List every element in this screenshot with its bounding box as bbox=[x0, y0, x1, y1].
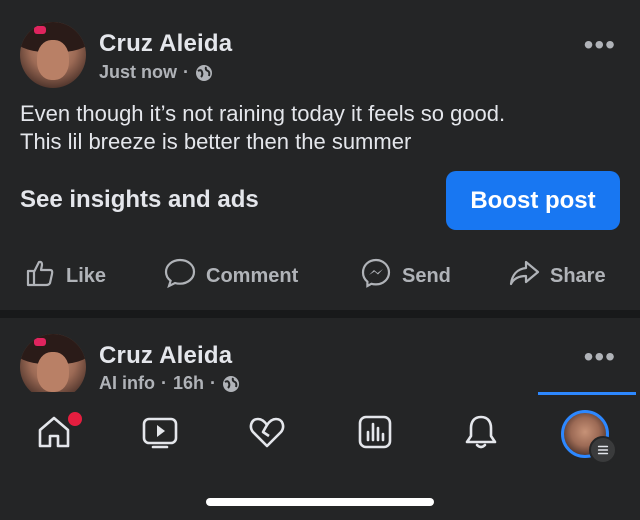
send-label: Send bbox=[402, 264, 451, 287]
send-button[interactable]: Send bbox=[360, 256, 451, 296]
post-meta: Just now · bbox=[99, 62, 213, 83]
see-insights-link[interactable]: See insights and ads bbox=[20, 186, 259, 214]
tab-dating[interactable] bbox=[243, 410, 291, 458]
share-label: Share bbox=[550, 264, 606, 287]
comment-button[interactable]: Comment bbox=[164, 256, 298, 296]
bell-icon bbox=[461, 412, 501, 457]
post-actions: Like Comment Send Share bbox=[0, 256, 640, 296]
post-card: Cruz Aleida Just now · ••• Even though i… bbox=[0, 0, 640, 310]
comment-label: Comment bbox=[206, 264, 299, 287]
share-icon bbox=[508, 257, 540, 295]
post-text: Even though it’s not raining today it fe… bbox=[20, 100, 620, 156]
post-time[interactable]: 16h bbox=[173, 373, 204, 394]
post-text-line: Even though it’s not raining today it fe… bbox=[20, 101, 506, 126]
like-label: Like bbox=[66, 264, 107, 287]
globe-icon[interactable] bbox=[222, 375, 240, 393]
more-options-button[interactable]: ••• bbox=[584, 31, 616, 59]
notification-dot bbox=[66, 410, 84, 428]
heart-icon bbox=[247, 412, 287, 457]
tab-dashboard[interactable] bbox=[351, 410, 399, 458]
post-card: Cruz Aleida AI info · 16h · ••• bbox=[0, 318, 640, 398]
home-indicator[interactable] bbox=[206, 498, 434, 506]
meta-separator: · bbox=[210, 373, 217, 393]
thumbs-up-icon bbox=[24, 257, 56, 295]
tab-notifications[interactable] bbox=[457, 410, 505, 458]
post-meta: AI info · 16h · bbox=[99, 373, 240, 394]
menu-icon[interactable] bbox=[589, 436, 617, 464]
author-avatar[interactable] bbox=[20, 334, 86, 398]
meta-separator: · bbox=[161, 373, 167, 393]
globe-icon[interactable] bbox=[195, 64, 213, 82]
boost-post-button[interactable]: Boost post bbox=[446, 171, 620, 230]
post-text-line: This lil breeze is better then the summe… bbox=[20, 129, 412, 154]
share-button[interactable]: Share bbox=[508, 256, 606, 296]
author-avatar[interactable] bbox=[20, 22, 86, 88]
tab-video[interactable] bbox=[136, 410, 184, 458]
dashboard-icon bbox=[355, 412, 395, 457]
post-time[interactable]: Just now bbox=[99, 62, 177, 83]
post-divider bbox=[0, 310, 640, 318]
comment-icon bbox=[164, 257, 196, 295]
messenger-icon bbox=[360, 257, 392, 295]
ai-info-link[interactable]: AI info bbox=[99, 373, 155, 394]
like-button[interactable]: Like bbox=[24, 256, 106, 296]
meta-separator: · bbox=[183, 62, 190, 82]
author-name[interactable]: Cruz Aleida bbox=[99, 30, 232, 58]
active-tab-indicator bbox=[538, 392, 636, 395]
video-icon bbox=[140, 412, 180, 457]
author-name[interactable]: Cruz Aleida bbox=[99, 342, 232, 370]
more-options-button[interactable]: ••• bbox=[584, 343, 616, 371]
